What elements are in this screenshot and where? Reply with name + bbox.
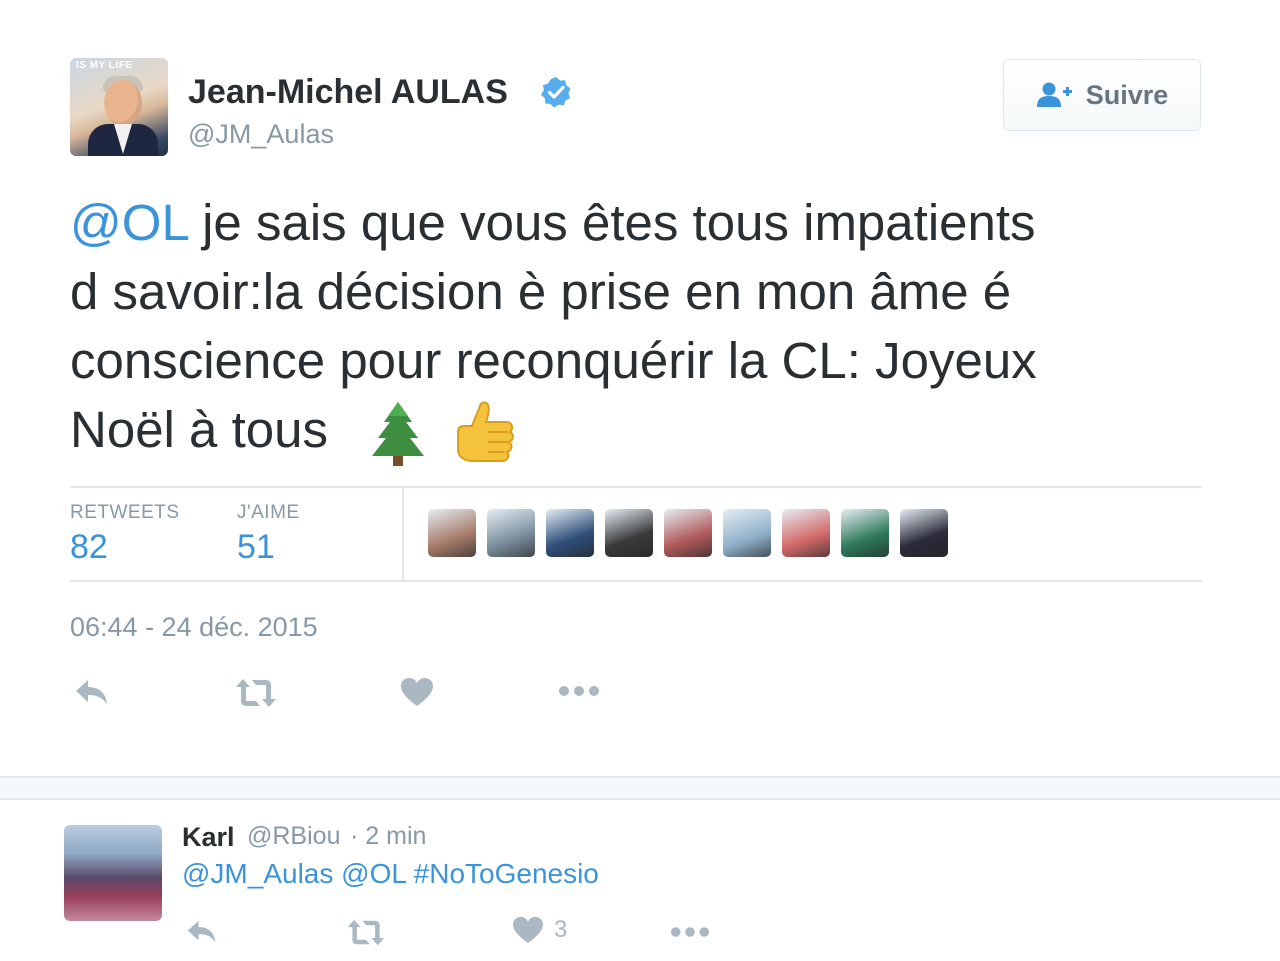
liker-avatar[interactable] [605, 509, 653, 557]
tweet-text: @OL je sais que vous êtes tous impatient… [70, 188, 1210, 470]
tweet-text-line-1-rest: je sais que vous êtes tous impatients [187, 194, 1036, 251]
follow-button[interactable]: Suivre [1003, 59, 1201, 131]
tweet-text-line-4-text: Noël à tous [70, 401, 328, 458]
retweet-action[interactable] [234, 677, 278, 709]
retweet-icon [236, 679, 276, 707]
follow-user-icon [1036, 82, 1072, 107]
liker-avatar[interactable] [428, 509, 476, 557]
likes-label: J'AIME [237, 502, 300, 523]
verified-badge-icon [541, 77, 571, 108]
retweets-count: 82 [70, 528, 108, 566]
liker-avatar[interactable] [664, 509, 712, 557]
reply-author-handle[interactable]: @RBiou [247, 822, 340, 851]
heart-icon [513, 916, 543, 944]
reply-like-action[interactable]: 3 [512, 916, 567, 944]
likes-count: 51 [237, 528, 275, 566]
liker-avatar[interactable] [900, 509, 948, 557]
reply-like-count: 3 [554, 916, 568, 943]
reply-time[interactable]: · 2 min [350, 822, 426, 851]
tweet-text-line-2: d savoir:la décision è prise en mon âme … [70, 263, 1012, 320]
author-avatar[interactable]: IS MY LIFE [70, 58, 168, 156]
avatar-badge-text: IS MY LIFE [76, 60, 133, 71]
mention-link[interactable]: @OL [70, 194, 188, 251]
liker-avatars [428, 509, 948, 557]
follow-button-label: Suivre [1085, 79, 1169, 110]
liker-avatar[interactable] [782, 509, 830, 557]
thumbs-up-icon [457, 401, 515, 462]
christmas-tree-icon [372, 401, 425, 466]
reply-action[interactable] [74, 677, 110, 707]
author-name[interactable]: Jean-Michel AULAS [188, 72, 508, 112]
tweet-text-line-3: conscience pour reconquérir la CL: Joyeu… [70, 332, 1037, 389]
tweet-text-line-4: Noël à tous [70, 395, 1210, 470]
reply-text[interactable]: @JM_Aulas @OL #NoToGenesio [182, 858, 599, 890]
tweet-text-line-1: @OL je sais que vous êtes tous impatient… [70, 188, 1210, 257]
likes-stat[interactable]: J'AIME 51 [237, 502, 300, 567]
author-handle[interactable]: @JM_Aulas [188, 118, 334, 150]
more-dots-icon [559, 686, 599, 696]
stats-vertical-divider [402, 488, 404, 580]
retweet-icon [347, 919, 385, 946]
like-action[interactable] [400, 677, 434, 707]
more-action[interactable] [558, 684, 600, 698]
reply-reply-action[interactable] [186, 918, 218, 945]
retweets-stat[interactable]: RETWEETS 82 [70, 502, 180, 567]
liker-avatar[interactable] [546, 509, 594, 557]
heart-icon [401, 678, 433, 706]
liker-avatar[interactable] [723, 509, 771, 557]
retweets-label: RETWEETS [70, 502, 180, 523]
replies-separator [0, 776, 1280, 800]
stats-bottom-divider [70, 580, 1202, 582]
reply-author-avatar[interactable] [64, 825, 162, 921]
reply-more-action[interactable] [670, 925, 710, 939]
liker-avatar[interactable] [841, 509, 889, 557]
reply-icon [187, 920, 216, 943]
more-dots-icon [670, 927, 710, 937]
reply-icon [76, 680, 107, 704]
stats-top-divider [70, 486, 1202, 488]
tweet-timestamp[interactable]: 06:44 - 24 déc. 2015 [70, 612, 318, 643]
reply-retweet-action[interactable] [346, 918, 386, 947]
reply-author-name[interactable]: Karl [182, 822, 235, 853]
liker-avatar[interactable] [487, 509, 535, 557]
